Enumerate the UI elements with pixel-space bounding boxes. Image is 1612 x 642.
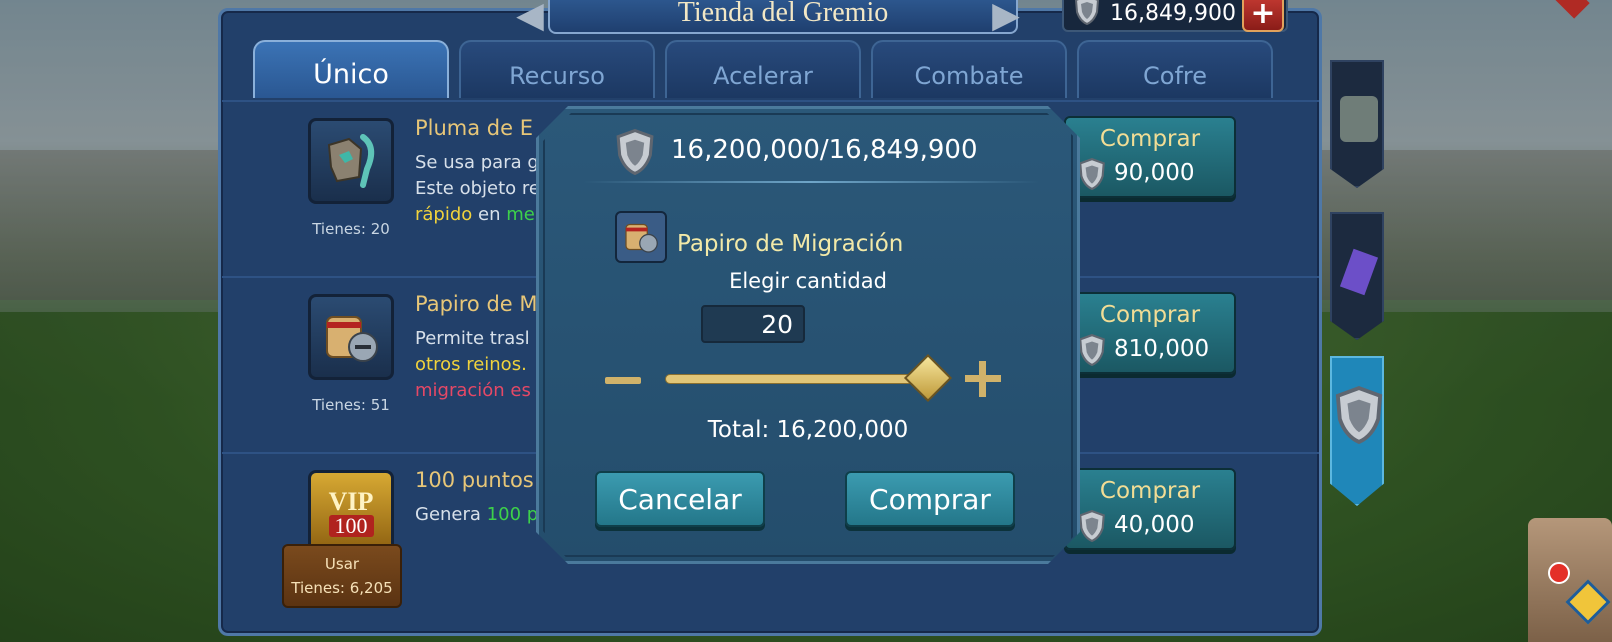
guild-coin-icon [1078, 509, 1106, 546]
item-desc-line: migración es [415, 380, 531, 401]
increase-button[interactable] [963, 359, 1003, 399]
side-tab-armor[interactable] [1330, 60, 1384, 188]
desc-highlight: me [506, 204, 535, 225]
tab-acelerar[interactable]: Acelerar [665, 40, 861, 98]
use-button[interactable]: Usar Tienes: 6,205 [282, 544, 402, 608]
cancel-button[interactable]: Cancelar [595, 471, 765, 527]
castle-icon[interactable] [1528, 518, 1612, 642]
guild-coin-icon [1078, 157, 1106, 194]
tab-combate[interactable]: Combate [871, 40, 1067, 98]
next-arrow-icon[interactable]: ▶ [986, 0, 1026, 36]
dialog-divider [583, 181, 1039, 183]
plus-icon [979, 361, 986, 397]
guild-coin-icon [1334, 386, 1384, 448]
desc-highlight: 100 p [486, 504, 539, 525]
cost-balance: 16,200,000/16,849,900 [671, 135, 978, 165]
purchase-dialog: 16,200,000/16,849,900 Papiro de Migració… [536, 106, 1080, 564]
item-desc-line: Este objeto re [415, 178, 540, 199]
vip-label: VIP [328, 487, 374, 516]
item-desc-line: rápido en me [415, 202, 540, 228]
armor-icon [1340, 96, 1378, 142]
vip-amount: 100 [328, 515, 374, 537]
shop-tabs: Único Recurso Acelerar Combate Cofre [253, 40, 1273, 100]
item-price: 810,000 [1114, 336, 1210, 362]
tab-recurso[interactable]: Recurso [459, 40, 655, 98]
quantity-slider[interactable] [665, 374, 933, 384]
buy-button[interactable]: Comprar 40,000 [1064, 468, 1236, 550]
guild-coin-icon [615, 128, 655, 179]
desc-text: en [472, 204, 507, 225]
guild-coin-icon [1078, 333, 1106, 370]
decrease-button[interactable] [601, 365, 645, 395]
item-owned-count: Tienes: 6,205 [291, 579, 393, 597]
buy-button[interactable]: Comprar 810,000 [1064, 292, 1236, 374]
notification-dot [1548, 562, 1570, 584]
use-button-label: Usar [324, 555, 360, 573]
choose-quantity-label: Elegir cantidad [729, 269, 887, 293]
item-name: Pluma de E [415, 116, 534, 140]
item-owned-count: Tienes: 51 [312, 396, 390, 414]
prev-arrow-icon[interactable]: ◀ [510, 0, 550, 36]
scroll-helmet-icon [615, 211, 667, 263]
buy-button-label: Comprar [1099, 302, 1201, 328]
tab-cofre[interactable]: Cofre [1077, 40, 1273, 98]
item-description: Genera 100 p [415, 502, 538, 528]
add-currency-button[interactable]: + [1242, 0, 1284, 32]
item-description: Permite trasl otros reinos. migración es [415, 326, 531, 404]
currency-amount: 16,849,900 [1110, 0, 1236, 26]
quantity-input[interactable] [701, 305, 805, 343]
total-cost: Total: 16,200,000 [707, 417, 909, 443]
tab-unico[interactable]: Único [253, 40, 449, 98]
feather-armor-icon [308, 118, 394, 204]
gem-icon [1339, 248, 1379, 296]
item-desc-line: Se usa para g [415, 152, 539, 173]
item-price: 40,000 [1114, 512, 1195, 538]
desc-text: Genera [415, 504, 487, 525]
side-tab-guild-coin[interactable] [1330, 356, 1384, 506]
item-desc-line: Genera 100 p [415, 502, 538, 528]
buy-button-label: Comprar [1099, 126, 1201, 152]
item-price: 90,000 [1114, 160, 1195, 186]
confirm-buy-button[interactable]: Comprar [845, 471, 1015, 527]
vip-badge-text: VIP 100 [328, 487, 374, 537]
buy-button-label: Comprar [1099, 478, 1201, 504]
item-owned-count: Tienes: 20 [312, 220, 390, 238]
item-desc-line: Permite trasl [415, 328, 530, 349]
item-description: Se usa para g Este objeto re rápido en m… [415, 150, 540, 228]
scroll-helmet-icon [308, 294, 394, 380]
item-name: 100 puntos [415, 468, 534, 492]
guild-coin-icon [1074, 0, 1100, 31]
side-tab-gem[interactable] [1330, 212, 1384, 340]
item-name: Papiro de M [415, 292, 538, 316]
dialog-item-name: Papiro de Migración [677, 231, 904, 257]
minus-icon [605, 376, 641, 384]
buy-button[interactable]: Comprar 90,000 [1064, 116, 1236, 198]
item-desc-line: otros reinos. [415, 354, 527, 375]
shop-title: Tienda del Gremio [548, 0, 1018, 34]
desc-highlight: rápido [415, 204, 473, 225]
